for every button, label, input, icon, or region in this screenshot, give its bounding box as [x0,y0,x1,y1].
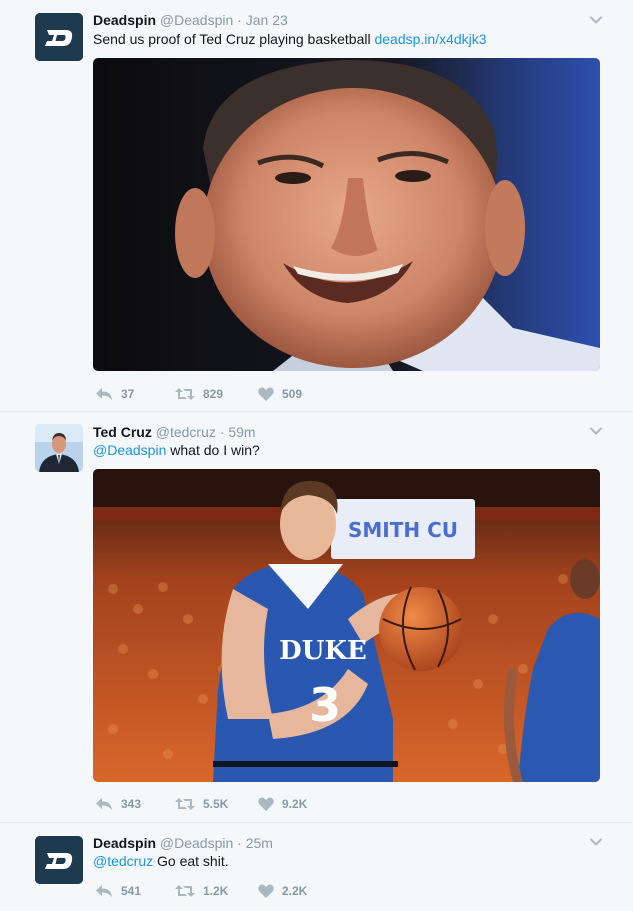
deadspin-avatar[interactable] [35,13,83,61]
tweet-mention[interactable]: @tedcruz [93,853,153,869]
heart-icon [258,884,274,898]
reply-button[interactable]: 37 [95,385,134,403]
tweet-timestamp[interactable]: 59m [228,424,255,440]
tweet-deadspin-1[interactable]: Deadspin @Deadspin · Jan 23 Send us proo… [0,0,633,412]
tweet-text-body: Send us proof of Ted Cruz playing basket… [93,31,375,47]
reply-count: 37 [121,387,135,401]
tweet-text-body: Go eat shit. [153,853,229,869]
deadspin-logo-icon [35,13,83,61]
reply-count: 541 [121,884,142,898]
tweet-header: Ted Cruz @tedcruz · 59m [93,423,256,441]
tweet-photo-basketball[interactable]: SMITH CU DUKE 3 [93,469,600,782]
chevron-down-icon[interactable] [589,835,603,849]
heart-icon [258,387,274,401]
separator-dot: · [219,424,225,440]
reply-icon [96,885,112,897]
reply-button[interactable]: 541 [95,882,141,900]
retweet-count: 829 [203,387,224,401]
tweet-mention[interactable]: @Deadspin [93,442,166,458]
reply-icon [96,798,112,810]
tweet-text: Send us proof of Ted Cruz playing basket… [93,30,487,49]
author-handle[interactable]: @Deadspin [160,12,233,28]
cruz-closeup-image [93,58,600,371]
retweet-count: 1.2K [203,884,229,898]
tweet-photo-cruz[interactable] [93,58,600,371]
author-name[interactable]: Ted Cruz [93,424,152,440]
chevron-down-icon[interactable] [589,424,603,438]
like-count: 509 [282,387,303,401]
tedcruz-profile-image [35,424,83,472]
tweet-link[interactable]: deadsp.in/x4dkjk3 [374,31,486,47]
retweet-button[interactable]: 1.2K [175,882,228,900]
tweet-text: @tedcruz Go eat shit. [93,852,229,871]
tweet-header: Deadspin @Deadspin · 25m [93,834,273,852]
tweet-header: Deadspin @Deadspin · Jan 23 [93,11,288,29]
retweet-icon [175,885,195,897]
retweet-icon [175,798,195,810]
author-name[interactable]: Deadspin [93,835,156,851]
duke-player-image: SMITH CU DUKE 3 [93,469,600,782]
separator-dot: · [237,12,242,28]
retweet-button[interactable]: 5.5K [175,795,228,813]
tedcruz-avatar[interactable] [35,424,83,472]
like-count: 2.2K [282,884,308,898]
author-handle[interactable]: @Deadspin [160,835,233,851]
author-name[interactable]: Deadspin [93,12,156,28]
retweet-count: 5.5K [203,797,229,811]
chevron-down-icon[interactable] [589,13,603,27]
retweet-icon [175,388,195,400]
reply-count: 343 [121,797,142,811]
like-button[interactable]: 9.2K [258,795,307,813]
tweet-text-body: what do I win? [166,442,260,458]
tweet-text: @Deadspin what do I win? [93,441,260,460]
reply-icon [96,388,112,400]
tweet-timestamp[interactable]: 25m [246,835,273,851]
jersey-text: DUKE [279,636,367,666]
jersey-number: 3 [309,678,341,732]
author-handle[interactable]: @tedcruz [156,424,216,440]
deadspin-avatar[interactable] [35,836,83,884]
retweet-button[interactable]: 829 [175,385,223,403]
like-button[interactable]: 509 [258,385,302,403]
separator-dot: · [237,835,242,851]
tweet-deadspin-2[interactable]: Deadspin @Deadspin · 25m @tedcruz Go eat… [0,823,633,911]
deadspin-logo-icon [35,836,83,884]
heart-icon [258,797,274,811]
tweet-timestamp[interactable]: Jan 23 [246,12,288,28]
like-button[interactable]: 2.2K [258,882,307,900]
banner-text: SMITH CU [348,518,458,542]
tweet-tedcruz[interactable]: Ted Cruz @tedcruz · 59m @Deadspin what d… [0,412,633,823]
like-count: 9.2K [282,797,308,811]
reply-button[interactable]: 343 [95,795,141,813]
